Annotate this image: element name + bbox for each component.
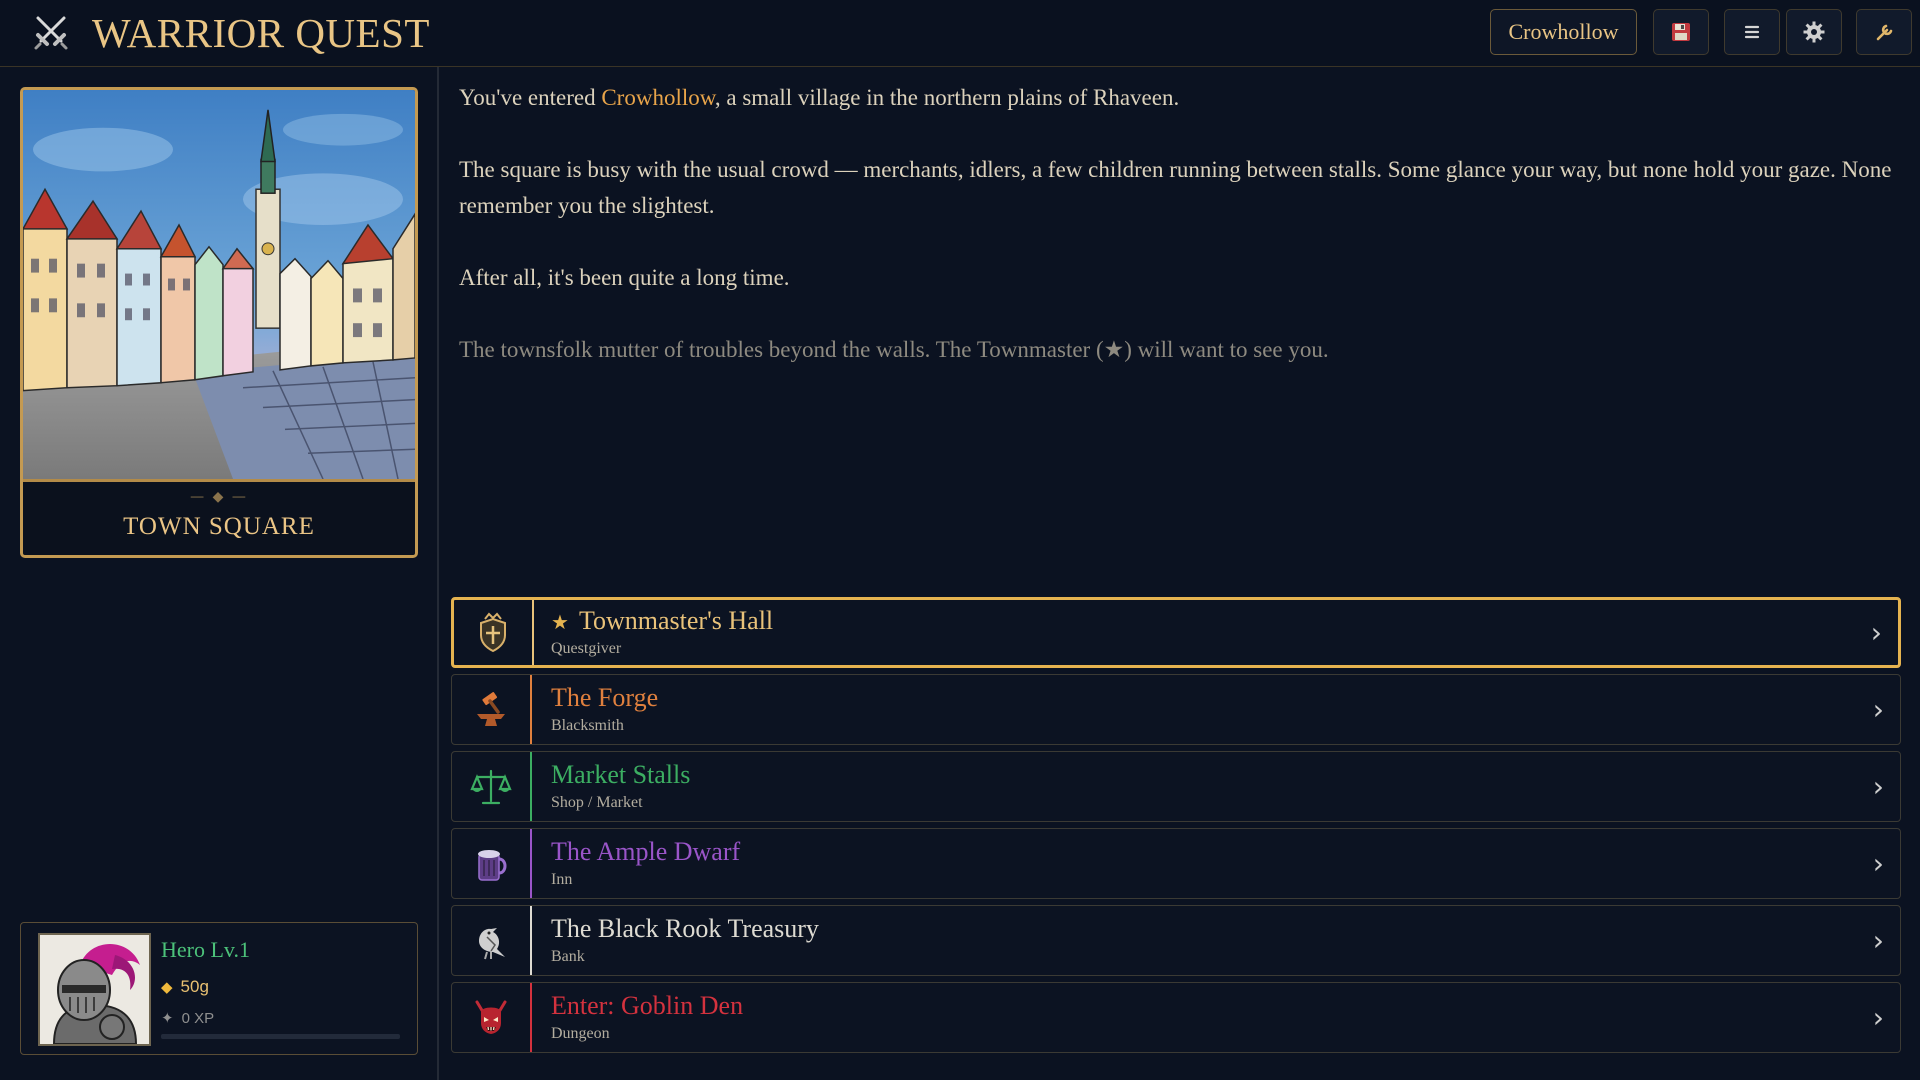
destination-the-forge[interactable]: The Forge Blacksmith ›	[451, 674, 1901, 745]
destination-type: Dungeon	[551, 1025, 610, 1042]
destination-name-text: The Ample Dwarf	[551, 837, 741, 866]
destination-name-text: The Black Rook Treasury	[551, 914, 819, 943]
destination-name: Market Stalls	[551, 760, 690, 790]
chevron-right-icon: ›	[1872, 847, 1884, 880]
scene-name: TOWN SQUARE	[123, 513, 315, 540]
narrative-intro: You've entered Crowhollow, a small villa…	[459, 80, 1899, 116]
hero-gold: ◆ 50g	[161, 977, 209, 997]
menu-button[interactable]	[1724, 9, 1780, 55]
wrench-icon	[1876, 24, 1893, 41]
crossed-swords-icon	[34, 16, 68, 50]
intro-text-end: , a small village in the northern plains…	[714, 85, 1180, 110]
star-icon: ★	[551, 612, 569, 634]
destination-name-text: Market Stalls	[551, 760, 691, 789]
hero-name-level: Hero Lv.1	[161, 937, 250, 962]
narrative-paragraph-3: After all, it's been quite a long time.	[459, 265, 790, 290]
chevron-right-icon: ›	[1872, 770, 1884, 803]
chevron-right-icon: ›	[1870, 616, 1882, 649]
narrative-paragraph-2: The square is busy with the usual crowd …	[459, 157, 1892, 218]
narrative-text: You've entered Crowhollow, a small villa…	[459, 80, 1899, 404]
destination-townmaster-s-hall[interactable]: ★ Townmaster's Hall Questgiver ›	[451, 597, 1901, 668]
destination-the-ample-dwarf[interactable]: The Ample Dwarf Inn ›	[451, 828, 1901, 899]
demon-skull-icon	[452, 983, 532, 1052]
gear-icon	[1803, 21, 1825, 43]
destination-type: Questgiver	[551, 640, 622, 657]
scene-card: — ◆ — TOWN SQUARE	[20, 87, 418, 558]
game-title: WARRIOR QUEST	[92, 10, 430, 56]
chevron-right-icon: ›	[1872, 693, 1884, 726]
panel-divider	[437, 67, 439, 1080]
narrative-hint: The townsfolk mutter of troubles beyond …	[459, 337, 1329, 362]
menu-icon	[1744, 25, 1760, 39]
xp-value: 0 XP	[181, 1010, 215, 1027]
destination-name-text: Townmaster's Hall	[578, 606, 774, 635]
hero-card[interactable]: Hero Lv.1 ◆ 50g ✦ 0 XP	[20, 922, 418, 1055]
destination-list: ★ Townmaster's Hall Questgiver › The Forge Bl…	[451, 597, 1901, 1059]
xp-icon: ✦	[161, 1010, 174, 1027]
scene-ornament: — ◆ —	[190, 489, 248, 505]
anvil-hammer-icon	[452, 675, 532, 744]
destination-name-text: The Forge	[551, 683, 659, 712]
tankard-icon	[452, 829, 532, 898]
destination-market-stalls[interactable]: Market Stalls Shop / Market ›	[451, 751, 1901, 822]
top-bar: WARRIOR QUEST Crowhollow	[0, 0, 1920, 67]
knight-avatar-icon	[40, 935, 149, 1044]
destination-name: ★ Townmaster's Hall	[551, 606, 773, 636]
destination-name: The Black Rook Treasury	[551, 914, 819, 944]
destination-enter-goblin-den[interactable]: Enter: Goblin Den Dungeon ›	[451, 982, 1901, 1053]
destination-type: Bank	[551, 948, 585, 965]
destination-type: Shop / Market	[551, 794, 643, 811]
scales-icon	[452, 752, 532, 821]
save-button[interactable]	[1653, 9, 1709, 55]
tools-button[interactable]	[1856, 9, 1912, 55]
chevron-right-icon: ›	[1872, 924, 1884, 957]
place-name: Crowhollow	[601, 85, 715, 110]
hero-portrait	[38, 933, 151, 1046]
intro-text-start: You've entered	[459, 85, 602, 110]
destination-name: The Forge	[551, 683, 658, 713]
gold-value: 50g	[180, 977, 209, 996]
rook-bird-icon	[452, 906, 532, 975]
destination-type: Blacksmith	[551, 717, 624, 734]
location-button[interactable]: Crowhollow	[1490, 9, 1637, 55]
destination-type: Inn	[551, 871, 573, 888]
destination-the-black-rook-treasury[interactable]: The Black Rook Treasury Bank ›	[451, 905, 1901, 976]
settings-button[interactable]	[1786, 9, 1842, 55]
destination-name: The Ample Dwarf	[551, 837, 740, 867]
hero-xp: ✦ 0 XP	[161, 1009, 214, 1027]
crest-shield-icon	[454, 600, 534, 665]
destination-name: Enter: Goblin Den	[551, 991, 743, 1021]
gold-icon: ◆	[161, 979, 173, 996]
destination-name-text: Enter: Goblin Den	[551, 991, 744, 1020]
xp-bar	[161, 1034, 400, 1039]
save-icon	[1672, 23, 1690, 41]
town-square-illustration	[23, 90, 415, 482]
chevron-right-icon: ›	[1872, 1001, 1884, 1034]
